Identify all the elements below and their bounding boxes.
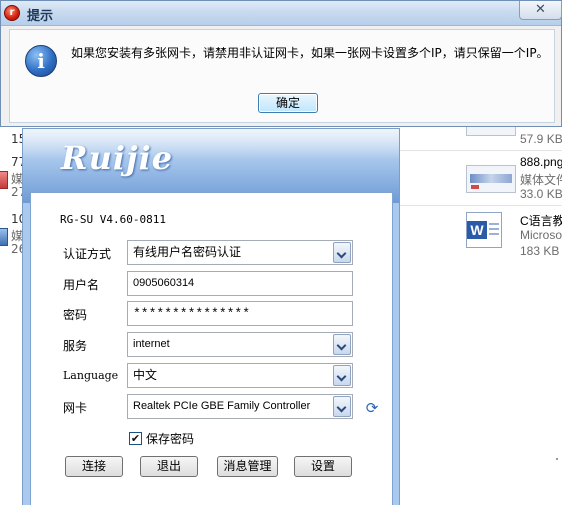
edge-dot xyxy=(556,458,558,460)
save-password-checkbox[interactable]: ✔ xyxy=(129,432,142,445)
ruijie-logo: Ruijie xyxy=(61,139,174,177)
app-logo-icon: r xyxy=(4,5,20,21)
dialog-content: i 如果您安装有多张网卡，请禁用非认证网卡，如果一张网卡设置多个IP，请只保留一… xyxy=(9,29,555,123)
username-label: 用户名 xyxy=(63,278,100,292)
service-select[interactable]: internet xyxy=(127,332,353,357)
service-label: 服务 xyxy=(63,339,88,353)
nic-label: 网卡 xyxy=(63,401,88,415)
connect-button[interactable]: 连接 xyxy=(65,456,123,477)
word-document-icon: W xyxy=(466,212,502,248)
message-management-button[interactable]: 消息管理 xyxy=(217,456,278,477)
username-input[interactable]: 0905060314 xyxy=(127,271,353,296)
dialog-title-bar[interactable]: r 提示 ✕ xyxy=(1,1,562,26)
auth-mode-select[interactable]: 有线用户名密码认证 xyxy=(127,240,353,265)
ok-button[interactable]: 确定 xyxy=(258,93,318,113)
file-size: 183 KB xyxy=(520,244,560,258)
file-size: 33.0 KB xyxy=(520,187,562,201)
file-type: Microso xyxy=(520,228,562,242)
close-icon[interactable]: ✕ xyxy=(519,1,562,20)
row-separator xyxy=(400,150,562,151)
nic-select[interactable]: Realtek PCIe GBE Family Controller xyxy=(127,394,353,419)
service-value: internet xyxy=(133,338,170,350)
ruijie-client-window: Ruijie RG-SU V4.60-0811 认证方式 有线用户名密码认证 用… xyxy=(22,128,400,505)
file-item[interactable]: W C语言教 Microso 183 KB xyxy=(462,212,562,272)
chevron-down-icon[interactable] xyxy=(333,334,351,355)
image-thumbnail-icon xyxy=(466,165,516,193)
file-name: 888.png xyxy=(520,155,562,169)
dialog-title: 提示 xyxy=(27,9,54,24)
password-input[interactable]: *************** xyxy=(127,301,353,326)
username-value: 0905060314 xyxy=(133,277,195,289)
dialog-message: 如果您安装有多张网卡，请禁用非认证网卡，如果一张网卡设置多个IP，请只保留一个I… xyxy=(71,46,549,60)
information-icon: i xyxy=(25,45,57,77)
auth-mode-label: 认证方式 xyxy=(63,247,112,261)
password-value: *************** xyxy=(133,306,251,321)
chevron-down-icon[interactable] xyxy=(333,365,351,386)
exit-button[interactable]: 退出 xyxy=(140,456,198,477)
chevron-down-icon[interactable] xyxy=(333,242,351,263)
version-label: RG-SU V4.60-0811 xyxy=(60,213,166,226)
image-file-icon xyxy=(0,171,8,189)
password-label: 密码 xyxy=(63,308,88,322)
document-file-icon xyxy=(0,228,8,246)
chevron-down-icon[interactable] xyxy=(333,396,351,417)
file-name: C语言教 xyxy=(520,214,562,228)
nic-value: Realtek PCIe GBE Family Controller xyxy=(133,400,311,412)
language-label: Language xyxy=(63,369,119,382)
language-value: 中文 xyxy=(133,368,158,382)
settings-button[interactable]: 设置 xyxy=(294,456,352,477)
file-size: 57.9 KB xyxy=(520,132,562,146)
file-item[interactable]: 888.png 媒体文件 33.0 KB xyxy=(462,155,562,215)
save-password-label[interactable]: 保存密码 xyxy=(146,430,194,447)
auth-mode-value: 有线用户名密码认证 xyxy=(133,245,242,259)
language-select[interactable]: 中文 xyxy=(127,363,353,388)
refresh-icon[interactable]: ⟳ xyxy=(363,399,381,417)
file-type: 媒体文件 xyxy=(520,173,562,187)
notice-dialog: r 提示 ✕ i 如果您安装有多张网卡，请禁用非认证网卡，如果一张网卡设置多个I… xyxy=(0,0,562,127)
